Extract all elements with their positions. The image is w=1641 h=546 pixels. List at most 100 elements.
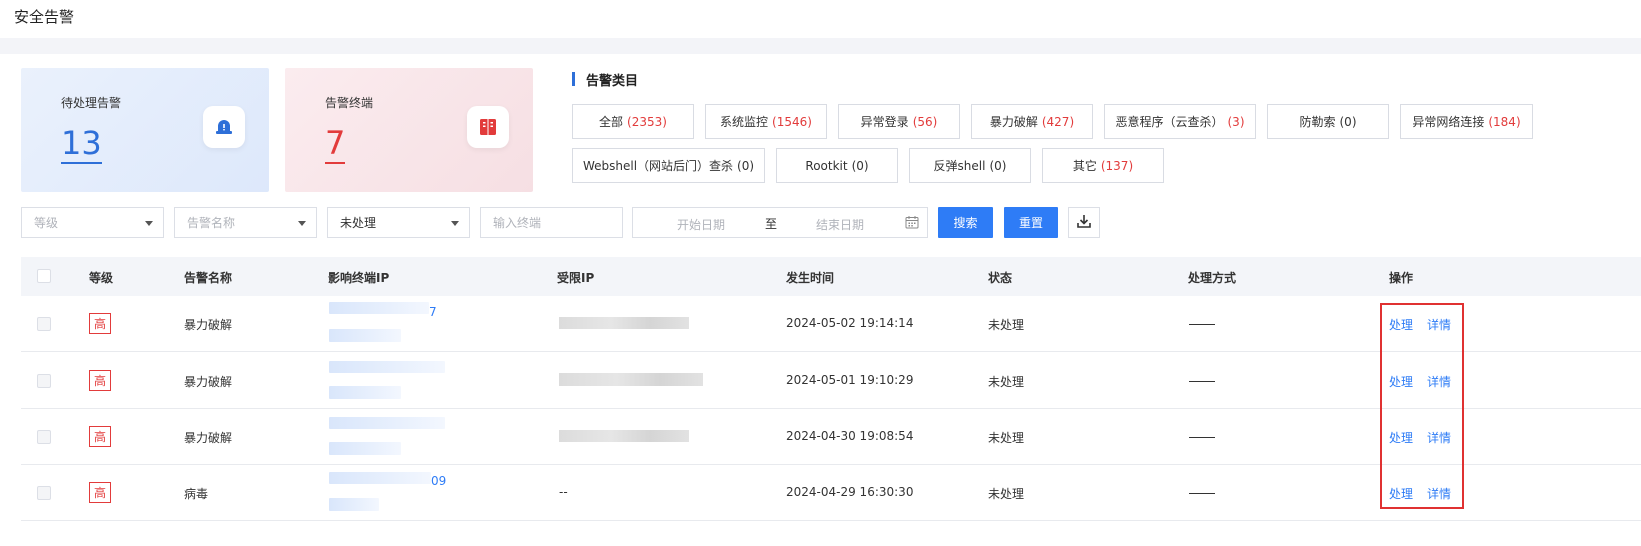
category-abnormal-network-button[interactable]: 异常网络连接 (184)	[1400, 104, 1533, 139]
pending-alerts-label: 待处理告警	[61, 96, 122, 110]
handling-method-empty	[1189, 493, 1215, 494]
alert-name: 暴力破解	[184, 318, 233, 332]
table-header: 等级 告警名称 影响终端IP 受限IP 发生时间 状态 处理方式 操作	[21, 257, 1641, 296]
alert-terminals-count[interactable]: 7	[325, 124, 346, 164]
header-handling: 处理方式	[1188, 271, 1237, 285]
category-label: 异常网络连接	[1412, 115, 1485, 129]
terminal-ip-link[interactable]: 09	[431, 474, 446, 488]
header-status: 状态	[988, 271, 1013, 285]
redacted-ip	[329, 417, 445, 429]
redacted-ip	[329, 329, 401, 342]
alert-name-select-placeholder: 告警名称	[187, 216, 236, 230]
row-checkbox[interactable]	[37, 430, 51, 444]
header-restricted-ip: 受限IP	[557, 271, 595, 285]
header-terminal-ip: 影响终端IP	[328, 271, 390, 285]
header-time: 发生时间	[786, 271, 835, 285]
date-range-separator: 至	[765, 217, 778, 231]
search-button[interactable]: 搜索	[938, 207, 993, 238]
category-system-monitor-button[interactable]: 系统监控 (1546)	[705, 104, 827, 139]
category-count: (427)	[1041, 114, 1075, 129]
category-count: (3)	[1227, 114, 1245, 129]
category-label: 反弹shell	[933, 159, 986, 173]
row-checkbox[interactable]	[37, 374, 51, 388]
category-ransomware-button[interactable]: 防勒索 (0)	[1267, 104, 1389, 139]
redacted-ip	[329, 472, 431, 484]
redacted-restricted-ip	[559, 430, 689, 442]
category-other-button[interactable]: 其它 (137)	[1042, 148, 1164, 183]
category-label: 系统监控	[720, 115, 769, 129]
redacted-restricted-ip	[559, 373, 703, 386]
date-range-picker[interactable]: 开始日期 至 结束日期	[632, 207, 928, 238]
restricted-ip: --	[559, 485, 568, 499]
status-text: 未处理	[988, 487, 1025, 501]
level-select-placeholder: 等级	[34, 216, 59, 230]
category-count: (137)	[1100, 158, 1134, 173]
category-label: 恶意程序（云查杀）	[1115, 115, 1224, 129]
level-badge: 高	[89, 370, 111, 391]
category-count: (1546)	[772, 114, 812, 129]
row-checkbox[interactable]	[37, 486, 51, 500]
download-button[interactable]	[1068, 207, 1100, 238]
reset-button[interactable]: 重置	[1004, 207, 1058, 238]
row-checkbox[interactable]	[37, 317, 51, 331]
category-count: (0)	[1339, 114, 1357, 129]
calendar-icon[interactable]	[905, 215, 919, 232]
start-date-field[interactable]: 开始日期	[677, 216, 725, 233]
status-text: 未处理	[988, 375, 1025, 389]
category-count: (184)	[1488, 114, 1521, 129]
category-all-button[interactable]: 全部 (2353)	[572, 104, 694, 139]
end-date-field[interactable]: 结束日期	[816, 216, 864, 233]
server-rack-icon	[467, 106, 509, 148]
category-brute-force-button[interactable]: 暴力破解 (427)	[971, 104, 1093, 139]
chevron-down-icon	[298, 221, 306, 226]
category-count: (0)	[989, 158, 1007, 173]
category-label: 暴力破解	[989, 115, 1038, 129]
header-level: 等级	[89, 271, 114, 285]
category-count: (2353)	[627, 114, 667, 129]
handling-method-empty	[1189, 381, 1215, 382]
level-badge: 高	[89, 426, 111, 447]
category-label: 防勒索	[1299, 115, 1336, 129]
chevron-down-icon	[451, 221, 459, 226]
pending-alerts-count[interactable]: 13	[61, 124, 102, 164]
terminal-ip-link[interactable]: 7	[429, 305, 437, 319]
terminal-input[interactable]	[480, 207, 623, 238]
alert-name: 暴力破解	[184, 375, 233, 389]
category-label: Rootkit	[805, 158, 848, 173]
redacted-ip	[329, 498, 379, 511]
alert-terminals-label: 告警终端	[325, 96, 374, 110]
level-select[interactable]: 等级	[21, 207, 164, 238]
category-abnormal-login-button[interactable]: 异常登录 (56)	[838, 104, 960, 139]
alert-name-select[interactable]: 告警名称	[174, 207, 317, 238]
category-rootkit-button[interactable]: Rootkit (0)	[776, 148, 898, 183]
level-badge: 高	[89, 482, 111, 503]
occurred-time: 2024-04-29 16:30:30	[786, 485, 914, 499]
category-count: (56)	[912, 114, 938, 129]
occurred-time: 2024-04-30 19:08:54	[786, 429, 914, 443]
chevron-down-icon	[145, 221, 153, 226]
status-select-value: 未处理	[340, 216, 377, 230]
redacted-ip	[329, 442, 401, 455]
category-label: Webshell（网站后门）查杀	[582, 159, 734, 173]
redacted-ip	[329, 386, 401, 399]
category-count: (0)	[851, 158, 869, 173]
category-label: 异常登录	[860, 115, 909, 129]
redacted-ip	[329, 361, 445, 373]
download-icon	[1076, 213, 1092, 232]
level-badge: 高	[89, 313, 111, 334]
redacted-ip	[329, 302, 429, 314]
header-alert-name: 告警名称	[184, 271, 233, 285]
pending-alerts-card[interactable]: 待处理告警 13	[21, 68, 269, 192]
category-count: (0)	[737, 158, 755, 173]
category-reverse-shell-button[interactable]: 反弹shell (0)	[909, 148, 1031, 183]
handling-method-empty	[1189, 324, 1215, 325]
status-select[interactable]: 未处理	[327, 207, 470, 238]
status-text: 未处理	[988, 431, 1025, 445]
category-malware-button[interactable]: 恶意程序（云查杀） (3)	[1104, 104, 1256, 139]
select-all-checkbox[interactable]	[37, 269, 51, 283]
category-webshell-button[interactable]: Webshell（网站后门）查杀 (0)	[572, 148, 765, 183]
status-text: 未处理	[988, 318, 1025, 332]
alert-terminals-card[interactable]: 告警终端 7	[285, 68, 533, 192]
header-divider-band	[0, 38, 1641, 54]
actions-highlight-box	[1380, 303, 1464, 509]
